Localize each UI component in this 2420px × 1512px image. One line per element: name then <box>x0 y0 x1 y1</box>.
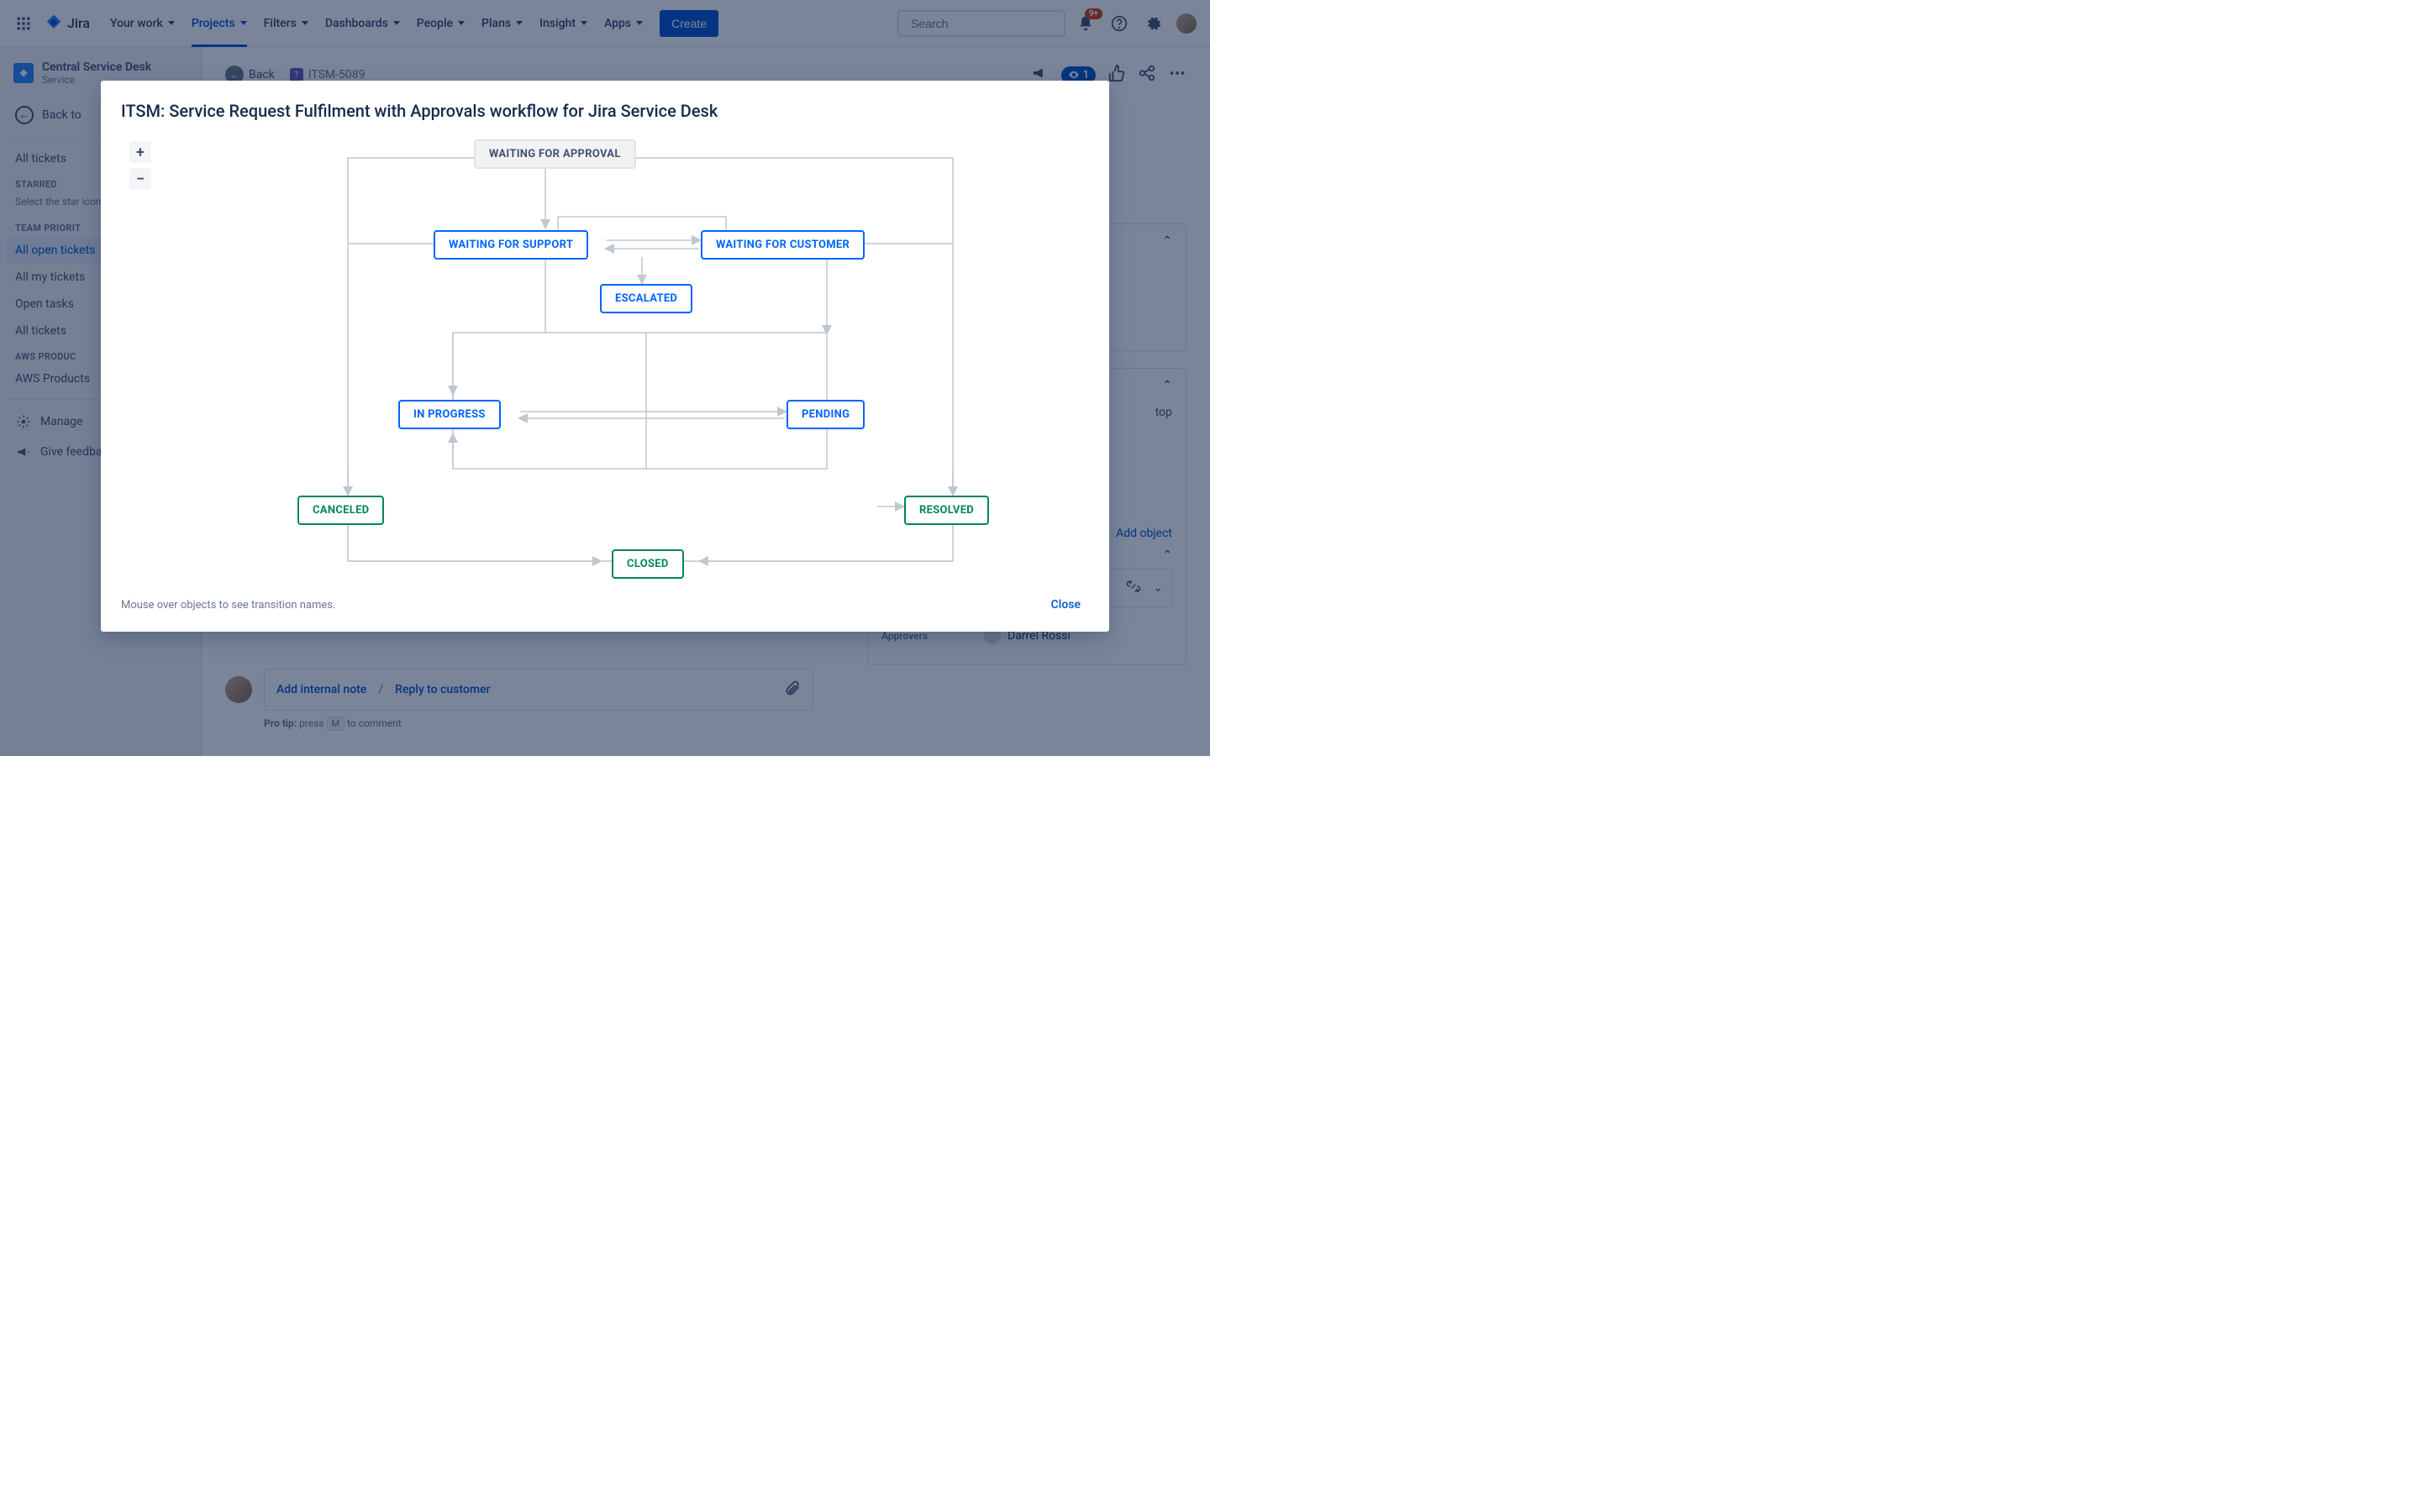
workflow-canvas: + − <box>121 133 1089 586</box>
node-in-progress[interactable]: IN PROGRESS <box>398 400 501 429</box>
zoom-controls: + − <box>129 141 151 190</box>
modal-footer: Mouse over objects to see transition nam… <box>121 593 1089 617</box>
workflow-modal: ITSM: Service Request Fulfilment with Ap… <box>101 81 1109 632</box>
node-pending[interactable]: PENDING <box>786 400 865 429</box>
node-waiting-support[interactable]: WAITING FOR SUPPORT <box>434 230 588 260</box>
node-escalated[interactable]: ESCALATED <box>600 284 692 313</box>
zoom-out-button[interactable]: − <box>129 168 151 190</box>
modal-hint: Mouse over objects to see transition nam… <box>121 599 335 612</box>
zoom-in-button[interactable]: + <box>129 141 151 163</box>
node-closed[interactable]: CLOSED <box>612 549 684 579</box>
node-waiting-customer[interactable]: WAITING FOR CUSTOMER <box>701 230 865 260</box>
close-button[interactable]: Close <box>1043 593 1089 617</box>
modal-title: ITSM: Service Request Fulfilment with Ap… <box>121 101 1089 121</box>
node-resolved[interactable]: RESOLVED <box>904 496 989 525</box>
node-canceled[interactable]: CANCELED <box>297 496 384 525</box>
node-waiting-approval[interactable]: WAITING FOR APPROVAL <box>474 139 636 169</box>
modal-backdrop[interactable]: ITSM: Service Request Fulfilment with Ap… <box>0 0 1210 756</box>
